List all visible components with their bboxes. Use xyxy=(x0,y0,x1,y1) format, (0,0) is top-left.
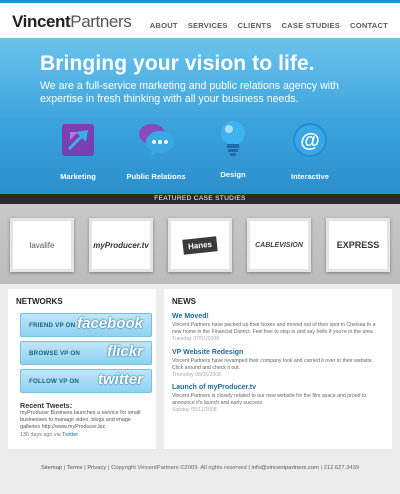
footer-sitemap-link[interactable]: Sitemap xyxy=(41,465,62,471)
news-item: Launch of myProducer.tv Vincent Partners… xyxy=(172,384,382,413)
nav-contact[interactable]: CONTACT xyxy=(350,21,388,30)
news-item-title[interactable]: We Moved! xyxy=(172,313,382,320)
nav-clients[interactable]: CLIENTS xyxy=(238,21,272,30)
news-title: NEWS xyxy=(172,297,196,306)
news-item: VP Website Redesign Vincent Partners hav… xyxy=(172,349,382,378)
footer-copyright: Copyright VincentPartners ©2009. All rig… xyxy=(111,465,247,471)
twitter-button[interactable]: FOLLOW VP ON twitter xyxy=(20,369,152,393)
news-item-date: Sunday 05/11/2008 xyxy=(172,407,217,414)
service-marketing[interactable]: Marketing xyxy=(43,120,113,181)
hero-title: Bringing your vision to life. xyxy=(40,52,315,75)
speech-bubbles-icon xyxy=(139,124,174,157)
flickr-button-big: flickr xyxy=(107,343,143,360)
news-item: We Moved! Vincent Partners have packed u… xyxy=(172,313,382,342)
featured-case-studies-heading: FEATURED CASE STUDIES xyxy=(0,194,400,204)
arrows-icon xyxy=(62,124,94,156)
services-row: Marketing Public Relations Design @ Inte… xyxy=(0,116,400,194)
flickr-button-small: BROWSE VP ON xyxy=(29,350,81,357)
case-card-myproducer[interactable]: myProducer.tv xyxy=(89,218,153,272)
case-card-express[interactable]: EXPRESS xyxy=(326,218,390,272)
news-item-title[interactable]: VP Website Redesign xyxy=(172,349,382,356)
news-item-title[interactable]: Launch of myProducer.tv xyxy=(172,384,382,391)
service-interactive[interactable]: @ Interactive xyxy=(275,120,345,181)
tweet-time: 136 days ago via xyxy=(20,432,63,438)
logo-second: Partners xyxy=(70,12,132,31)
networks-title: NETWORKS xyxy=(16,297,63,306)
main-nav: ABOUT SERVICES CLIENTS CASE STUDIES CONT… xyxy=(150,21,388,30)
lightbulb-icon xyxy=(221,121,245,156)
news-panel: NEWS We Moved! Vincent Partners have pac… xyxy=(164,289,392,449)
case-logo-myproducer: myProducer.tv xyxy=(93,240,149,250)
case-logo-lavalife: lavalife xyxy=(29,240,55,250)
svg-text:@: @ xyxy=(300,130,320,152)
facebook-button[interactable]: FRIEND VP ON facebook xyxy=(20,313,152,337)
recent-tweets-title: Recent Tweets: xyxy=(20,401,73,410)
nav-about[interactable]: ABOUT xyxy=(150,21,178,30)
news-item-body: Vincent Partners have revamped their com… xyxy=(172,358,374,371)
news-item-date: Thursday 06/05/2008 xyxy=(172,372,222,379)
case-studies-strip: lavalife myProducer.tv Hanes CABLEVISION… xyxy=(0,204,400,284)
service-design[interactable]: Design xyxy=(198,118,268,179)
twitter-button-small: FOLLOW VP ON xyxy=(29,378,80,385)
service-public-relations[interactable]: Public Relations xyxy=(121,120,191,181)
hero-subtitle: We are a full-service marketing and publ… xyxy=(40,80,339,105)
footer-terms-link[interactable]: Terms xyxy=(67,465,83,471)
logo-first: Vincent xyxy=(12,12,71,31)
case-logo-express: EXPRESS xyxy=(336,240,380,250)
case-card-hanes[interactable]: Hanes xyxy=(168,218,232,272)
footer-phone: 212.627.3439 xyxy=(323,465,360,471)
tweet-meta: 136 days ago via Twitter xyxy=(20,432,78,438)
twitter-button-big: twitter xyxy=(98,371,143,388)
tweet-text: myProducer Business launches a service f… xyxy=(20,410,141,430)
site-header: VincentPartners ABOUT SERVICES CLIENTS C… xyxy=(0,0,400,38)
flickr-button[interactable]: BROWSE VP ON flickr xyxy=(20,341,152,365)
case-card-cablevision[interactable]: CABLEVISION xyxy=(247,218,311,272)
site-footer: Sitemap | Terms | Privacy | Copyright Vi… xyxy=(0,465,400,471)
nav-services[interactable]: SERVICES xyxy=(188,21,228,30)
hero-banner: Bringing your vision to life. We are a f… xyxy=(0,38,400,194)
service-label-design: Design xyxy=(220,170,246,179)
service-label-marketing: Marketing xyxy=(60,172,96,181)
news-item-body: Vincent Partners have packed up their bo… xyxy=(172,322,376,335)
networks-panel: NETWORKS FRIEND VP ON facebook BROWSE VP… xyxy=(8,289,156,449)
service-label-public-relations: Public Relations xyxy=(126,172,186,181)
case-logo-cablevision: CABLEVISION xyxy=(255,241,303,249)
news-item-date: Tuesday 07/01/2008 xyxy=(172,336,220,343)
facebook-button-big: facebook xyxy=(77,315,143,332)
facebook-button-small: FRIEND VP ON xyxy=(29,322,76,329)
nav-case-studies[interactable]: CASE STUDIES xyxy=(282,21,341,30)
site-logo[interactable]: VincentPartners xyxy=(12,12,132,32)
case-card-lavalife[interactable]: lavalife xyxy=(10,218,74,272)
at-sign-icon: @ xyxy=(293,123,327,157)
service-label-interactive: Interactive xyxy=(291,172,329,181)
footer-privacy-link[interactable]: Privacy xyxy=(87,465,106,471)
tweet-via-link[interactable]: Twitter xyxy=(62,432,78,438)
news-item-body: Vincent Partners is closely related to o… xyxy=(172,393,367,406)
case-logo-hanes: Hanes xyxy=(182,235,218,255)
footer-email-link[interactable]: info@vincentpartners.com xyxy=(251,465,318,471)
